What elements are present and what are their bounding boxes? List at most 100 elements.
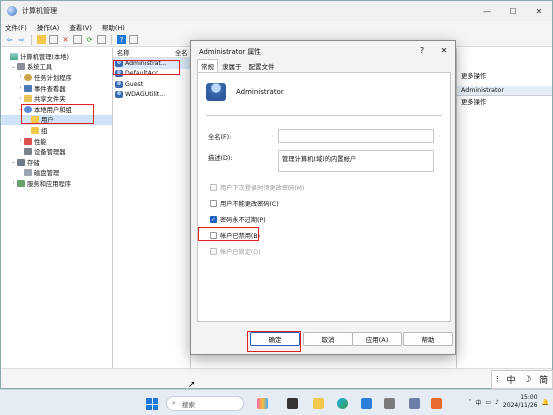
dialog-button-row: 确定 取消 应用(A) 帮助: [191, 332, 455, 346]
menu-file[interactable]: 文件(F): [5, 22, 27, 32]
tree-item[interactable]: 用户: [1, 114, 112, 126]
chevron-right-icon[interactable]: ›: [17, 74, 24, 80]
list-item[interactable]: Administrat...: [113, 58, 190, 69]
tree-item[interactable]: ⌄ 存储: [1, 157, 112, 168]
chevron-down-icon[interactable]: ⌄: [17, 106, 24, 112]
help-button[interactable]: 帮助: [403, 332, 453, 346]
help-icon[interactable]: ?: [117, 35, 126, 44]
chevron-right-icon[interactable]: ›: [10, 180, 17, 186]
tree-item[interactable]: ⌄ 本地用户和组: [1, 104, 112, 115]
tree-item[interactable]: 计算机管理(本地): [1, 51, 112, 62]
mmc-view-icon[interactable]: [129, 35, 138, 44]
tree-item-label: 本地用户和组: [34, 106, 72, 114]
fullname-field[interactable]: [278, 129, 434, 143]
chevron-right-icon[interactable]: ›: [17, 96, 24, 102]
maximize-button[interactable]: ☐: [500, 1, 526, 21]
tab-general[interactable]: 常规: [197, 59, 218, 72]
tree-item-label: 系统工具: [27, 64, 53, 72]
tab-member-of[interactable]: 隶属于: [219, 60, 245, 72]
tree-item[interactable]: › 服务和应用程序: [1, 178, 112, 189]
user-icon: [115, 59, 123, 67]
chevron-right-icon[interactable]: ›: [17, 85, 24, 91]
chevron-down-icon[interactable]: ⌄: [10, 159, 17, 165]
account-disabled-checkbox[interactable]: 帐户已禁用(B): [210, 231, 260, 240]
account-locked-checkbox[interactable]: 帐户已锁定(O): [210, 247, 261, 256]
ime-moon-icon[interactable]: ☽: [523, 375, 531, 385]
ime-toolbar[interactable]: ⁝ 中 ☽ 简: [491, 370, 553, 389]
column-name-header[interactable]: 名称: [113, 48, 171, 57]
task-scheduler-icon: [24, 73, 32, 81]
app-icon[interactable]: [384, 398, 395, 409]
device-manager-icon: [24, 148, 32, 156]
cancel-button[interactable]: 取消: [303, 332, 353, 346]
file-explorer-icon[interactable]: [313, 398, 324, 409]
tree-item[interactable]: 组: [1, 125, 112, 136]
toolbar-separator: [111, 34, 112, 45]
task-view-icon[interactable]: [287, 398, 298, 409]
up-folder-icon[interactable]: [37, 35, 46, 44]
ime-simplified-mode[interactable]: 简: [539, 373, 548, 386]
chevron-right-icon[interactable]: ›: [17, 138, 24, 144]
tab-profile[interactable]: 配置文件: [246, 60, 278, 72]
menu-view[interactable]: 查看(V): [69, 22, 92, 32]
computer-management-taskbar-icon[interactable]: [409, 398, 420, 409]
menu-help[interactable]: 帮助(H): [102, 22, 125, 32]
shared-folder-icon: [24, 95, 32, 103]
tree-item[interactable]: › 共享文件夹: [1, 93, 112, 104]
back-arrow-icon[interactable]: ⇦: [5, 35, 14, 44]
menu-action[interactable]: 操作(A): [37, 22, 60, 32]
ok-button[interactable]: 确定: [250, 332, 300, 346]
delete-icon[interactable]: ✕: [61, 35, 70, 44]
ime-tray-indicator[interactable]: 中: [475, 398, 481, 407]
general-tab-panel: Administrator 全名(F): 描述(D): 管理计算机(域)的内置帐…: [197, 72, 451, 322]
dialog-titlebar[interactable]: Administrator 属性 ? ✕: [191, 41, 455, 60]
tree-item[interactable]: 磁盘管理: [1, 168, 112, 179]
chevron-down-icon[interactable]: ⌄: [10, 64, 17, 70]
dialog-help-button[interactable]: ?: [411, 46, 433, 55]
tree-item-label: 共享文件夹: [34, 96, 66, 104]
store-icon[interactable]: [361, 398, 372, 409]
properties-icon[interactable]: [73, 35, 82, 44]
notification-bell-icon[interactable]: 🔔: [542, 399, 549, 406]
refresh-icon[interactable]: ⟳: [85, 35, 94, 44]
ime-chinese-mode[interactable]: 中: [507, 373, 516, 386]
tree-item[interactable]: › 任务计划程序: [1, 72, 112, 83]
description-field[interactable]: 管理计算机(域)的内置帐户: [278, 150, 434, 172]
chevron-up-icon[interactable]: ˄: [468, 399, 471, 406]
column-fullname-header[interactable]: 全名: [171, 48, 188, 57]
cannot-change-password-checkbox[interactable]: 用户不能更改密码(C): [210, 199, 279, 208]
network-icon[interactable]: ▭: [485, 399, 491, 406]
dialog-close-button[interactable]: ✕: [433, 46, 455, 55]
app-icon[interactable]: [431, 398, 442, 409]
show-tree-icon[interactable]: [49, 35, 58, 44]
copilot-icon[interactable]: [257, 398, 268, 409]
tree-item[interactable]: 设备管理器: [1, 146, 112, 157]
more-actions-link[interactable]: 更多操作: [457, 96, 552, 106]
list-item[interactable]: Guest: [113, 79, 190, 90]
taskbar: ⌕ 搜索 ˄ 中 ▭ ♪ 15:00 2024/11/26 🔔: [0, 389, 553, 415]
tree-item-label: 组: [41, 127, 48, 135]
volume-icon[interactable]: ♪: [495, 399, 499, 406]
taskbar-search[interactable]: ⌕ 搜索: [166, 396, 244, 411]
tree-item-label: 性能: [34, 138, 47, 146]
tree-item[interactable]: ⌄ 系统工具: [1, 62, 112, 73]
tree-item[interactable]: › 性能: [1, 136, 112, 147]
start-button-icon[interactable]: [146, 398, 158, 410]
forward-arrow-icon[interactable]: ⇨: [17, 35, 26, 44]
status-bar: [1, 368, 552, 388]
close-window-button[interactable]: ✕: [526, 1, 552, 21]
window-titlebar[interactable]: 计算机管理 — ☐ ✕: [1, 1, 552, 21]
password-never-expires-checkbox[interactable]: ✓ 密码永不过期(P): [210, 215, 266, 224]
ime-mode-icon[interactable]: ⁝: [496, 375, 499, 385]
list-item[interactable]: DefaultAcc...: [113, 69, 190, 80]
list-item[interactable]: WDAGUtilit...: [113, 90, 190, 101]
export-icon[interactable]: [97, 35, 106, 44]
edge-icon[interactable]: [337, 398, 348, 409]
must-change-password-checkbox[interactable]: 用户下次登录时须更改密码(M): [210, 183, 304, 192]
apply-button[interactable]: 应用(A): [352, 332, 402, 346]
minimize-button[interactable]: —: [474, 1, 500, 21]
tree-item[interactable]: › 事件查看器: [1, 83, 112, 94]
clock-date: 2024/11/26: [502, 402, 538, 409]
more-actions-link[interactable]: 更多操作: [457, 70, 552, 80]
clock[interactable]: 15:00 2024/11/26: [503, 394, 538, 410]
